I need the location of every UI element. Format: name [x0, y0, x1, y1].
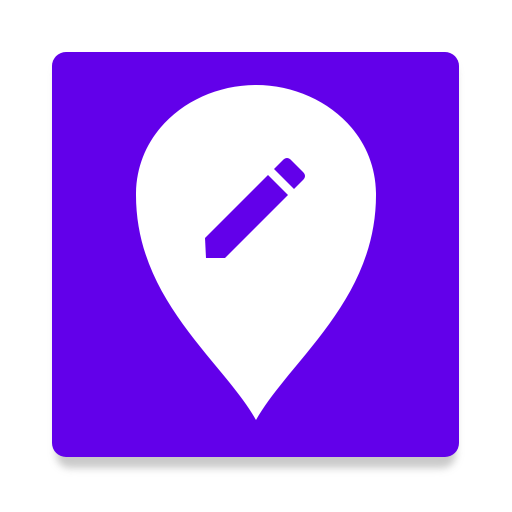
- app-icon-graphic: [52, 52, 459, 468]
- app-icon: [0, 0, 512, 512]
